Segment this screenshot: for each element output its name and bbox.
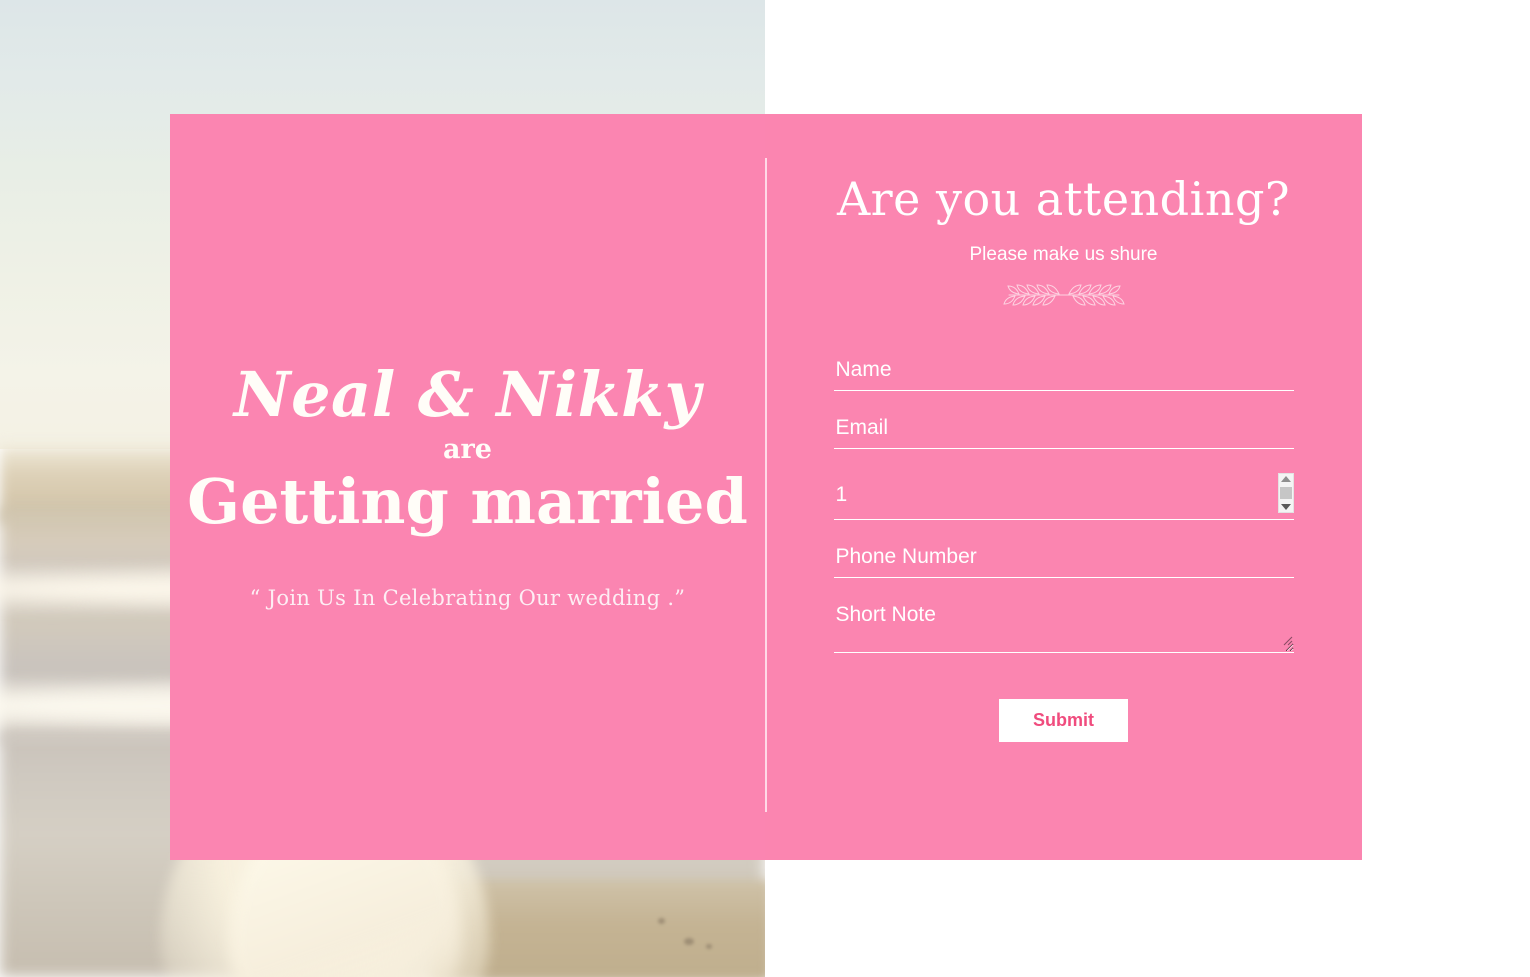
announcement-panel: Neal & Nikky are Getting married “ Join … (170, 114, 765, 860)
name-field-wrapper (833, 356, 1294, 391)
panel-divider (765, 158, 767, 812)
marriage-status: Getting married (187, 464, 748, 538)
spinner-up-arrow-icon[interactable] (1280, 476, 1291, 482)
rsvp-heading: Are you attending? (836, 172, 1291, 226)
connector-word: are (443, 433, 492, 465)
invitation-quote: “ Join Us In Celebrating Our wedding .” (249, 586, 686, 611)
spinner-down-arrow-icon[interactable] (1280, 504, 1291, 510)
submit-row: Submit (834, 699, 1294, 742)
spinner-thumb[interactable] (1279, 487, 1292, 499)
email-input[interactable] (833, 414, 1294, 449)
phone-input[interactable] (833, 543, 1294, 578)
rsvp-panel: Are you attending? Please make us shure (765, 114, 1362, 860)
rsvp-subheading: Please make us shure (969, 244, 1158, 265)
name-input[interactable] (833, 356, 1294, 391)
couple-names: Neal & Nikky (233, 357, 702, 431)
submit-button[interactable]: Submit (999, 699, 1128, 742)
note-field-wrapper (833, 601, 1294, 653)
short-note-textarea[interactable] (833, 601, 1294, 653)
laurel-leaf-divider-icon (1002, 284, 1125, 306)
bg-pebble (684, 938, 694, 945)
guest-count-input[interactable] (833, 472, 1294, 520)
bg-pebble (658, 918, 665, 924)
number-spinner[interactable] (1277, 473, 1294, 513)
bg-pebble (706, 944, 712, 949)
guest-count-field-wrapper (833, 472, 1294, 520)
rsvp-form: Submit (833, 356, 1294, 742)
phone-field-wrapper (833, 543, 1294, 578)
email-field-wrapper (833, 414, 1294, 449)
invitation-card: Neal & Nikky are Getting married “ Join … (170, 114, 1362, 860)
